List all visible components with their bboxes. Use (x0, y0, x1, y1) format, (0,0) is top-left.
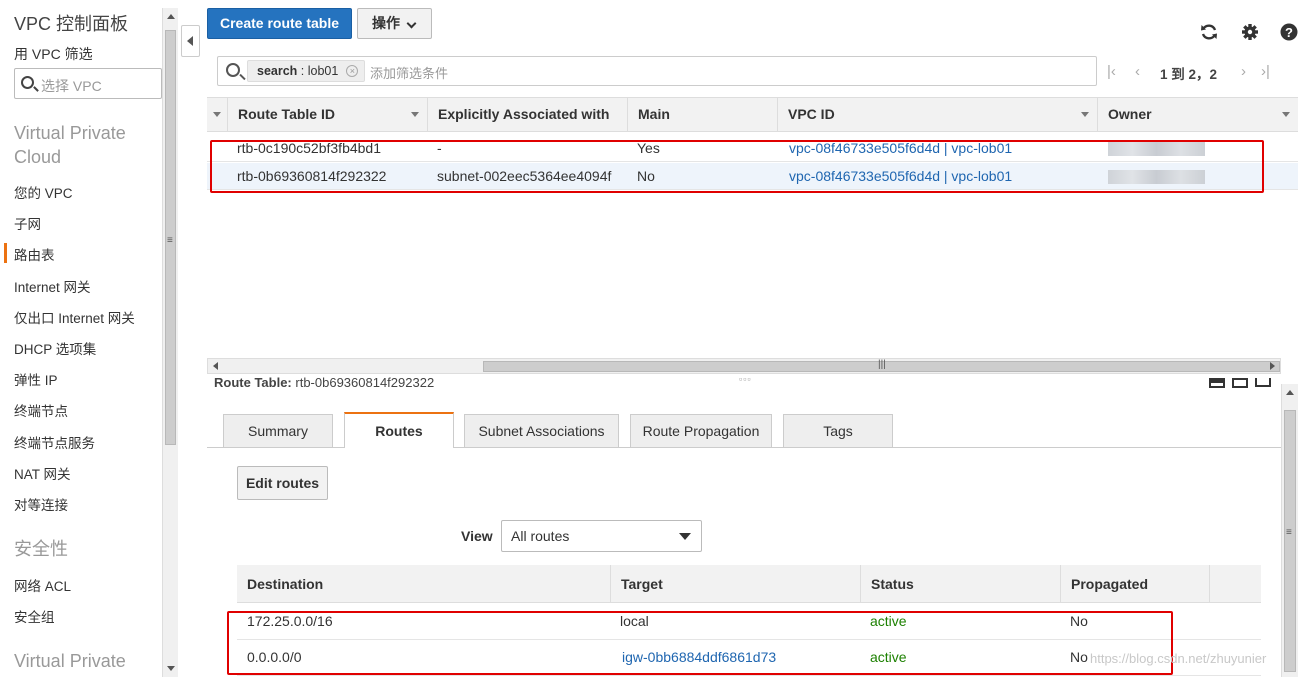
column-destination: Destination (247, 576, 324, 592)
pagination: |‹ ‹ 1 到 2，2 › ›| (1107, 60, 1277, 84)
sidebar-item-elastic-ips[interactable]: 弹性 IP (14, 369, 58, 389)
section-vpn: Virtual Private (14, 651, 126, 671)
sidebar: VPC 控制面板 用 VPC 筛选 选择 VPC Virtual Private… (0, 0, 178, 677)
first-page-icon[interactable]: |‹ (1107, 63, 1116, 80)
help-icon[interactable]: ? (1279, 22, 1299, 42)
scroll-thumb[interactable] (1284, 410, 1296, 672)
view-label: View (461, 528, 493, 544)
tab-route-propagation[interactable]: Route Propagation (630, 414, 772, 447)
column-propagated: Propagated (1060, 565, 1210, 603)
section-vpc: Virtual Private Cloud (14, 123, 126, 167)
chevron-down-icon (411, 112, 419, 117)
sidebar-item-network-acls[interactable]: 网络 ACL (14, 575, 71, 595)
chevron-down-icon (213, 112, 221, 117)
chevron-down-icon (679, 533, 691, 540)
grip-icon: ≡ (167, 235, 173, 246)
edit-routes-button[interactable]: Edit routes (237, 466, 328, 500)
svg-text:?: ? (1285, 25, 1293, 40)
active-indicator (4, 243, 7, 263)
section-security: 安全性 (14, 539, 68, 559)
sidebar-item-endpoint-services[interactable]: 终端节点服务 (14, 432, 95, 452)
detail-tabs: Summary Routes Subnet Associations Route… (207, 412, 1281, 448)
column-owner[interactable]: Owner (1097, 98, 1298, 131)
column-status: Status (860, 565, 1060, 603)
highlight-rows-box (210, 140, 1264, 193)
filter-chip[interactable]: search : lob01 × (247, 60, 366, 82)
column-route-table-id[interactable]: Route Table ID (227, 98, 427, 131)
tab-tags[interactable]: Tags (783, 414, 893, 447)
scroll-down-icon[interactable] (167, 666, 175, 671)
search-icon (21, 76, 34, 89)
detail-title: Route Table: rtb-0b69360814f292322 (214, 376, 435, 387)
filter-bar[interactable]: search : lob01 × 添加筛选条件 (217, 56, 1097, 86)
vpc-filter-select[interactable]: 选择 VPC (14, 68, 162, 99)
vpc-filter-placeholder: 选择 VPC (41, 78, 102, 94)
sidebar-item-subnets[interactable]: 子网 (14, 213, 41, 233)
sidebar-scrollbar[interactable]: ≡ (162, 8, 178, 677)
view-select[interactable]: All routes (501, 520, 702, 552)
close-icon[interactable]: × (346, 65, 359, 77)
collapse-sidebar-button[interactable] (181, 25, 200, 57)
scroll-up-icon[interactable] (167, 14, 175, 19)
column-vpc-id[interactable]: VPC ID (777, 98, 1097, 131)
actions-label: 操作 (372, 15, 400, 31)
detail-vertical-scrollbar[interactable]: ≡ (1281, 384, 1298, 677)
chevron-down-icon (1282, 112, 1290, 117)
sidebar-item-internet-gateways[interactable]: Internet 网关 (14, 276, 91, 296)
sidebar-item-endpoints[interactable]: 终端节点 (14, 400, 68, 420)
table-horizontal-scrollbar[interactable]: ||| (207, 358, 1281, 374)
last-page-icon[interactable]: ›| (1261, 63, 1270, 80)
grip-icon: ≡ (1286, 527, 1292, 538)
sidebar-item-route-tables[interactable]: 路由表 (14, 244, 55, 264)
chevron-down-icon (1081, 112, 1089, 117)
minimize-pane-icon[interactable] (1255, 378, 1271, 387)
drag-handle-icon[interactable]: ▫▫▫ (739, 374, 752, 384)
sidebar-item-your-vpcs[interactable]: 您的 VPC (14, 182, 73, 202)
column-target: Target (610, 565, 860, 603)
column-main[interactable]: Main (627, 98, 777, 131)
chevron-down-icon (406, 18, 417, 29)
routes-table-header: Destination Target Status Propagated (237, 565, 1261, 603)
watermark: https://blog.csdn.net/zhuyunier (1090, 651, 1267, 666)
refresh-icon[interactable] (1199, 22, 1219, 42)
split-pane-icon[interactable] (1232, 378, 1248, 388)
tab-summary[interactable]: Summary (223, 414, 333, 447)
gear-icon[interactable] (1240, 22, 1260, 42)
column-explicitly-associated[interactable]: Explicitly Associated with (427, 98, 627, 131)
create-route-table-button[interactable]: Create route table (207, 8, 352, 39)
sidebar-item-egress-only-gateways[interactable]: 仅出口 Internet 网关 (14, 307, 135, 327)
actions-dropdown[interactable]: 操作 (357, 8, 432, 39)
table-header: Route Table ID Explicitly Associated wit… (207, 97, 1298, 132)
maximize-pane-icon[interactable] (1209, 378, 1225, 388)
scroll-left-icon[interactable] (213, 362, 218, 370)
sidebar-item-peering[interactable]: 对等连接 (14, 494, 68, 514)
prev-page-icon[interactable]: ‹ (1135, 63, 1140, 80)
pagination-text: 1 到 2，2 (1160, 67, 1218, 82)
sidebar-item-security-groups[interactable]: 安全组 (14, 606, 55, 626)
chip-value: : lob01 (297, 64, 339, 78)
scroll-right-icon[interactable] (1270, 362, 1275, 370)
highlight-routes-box (227, 611, 1173, 675)
chip-key: search (257, 64, 298, 78)
tab-routes[interactable]: Routes (344, 412, 454, 448)
filter-placeholder: 添加筛选条件 (370, 66, 449, 81)
vpc-filter-label: 用 VPC 筛选 (14, 46, 93, 62)
select-column[interactable] (207, 98, 227, 131)
sidebar-title: VPC 控制面板 (14, 14, 129, 34)
scroll-up-icon[interactable] (1286, 390, 1294, 395)
grip-icon: ||| (878, 359, 886, 370)
next-page-icon[interactable]: › (1241, 63, 1246, 80)
sidebar-item-dhcp-options[interactable]: DHCP 选项集 (14, 338, 96, 358)
view-select-value: All routes (511, 528, 570, 544)
tab-subnet-associations[interactable]: Subnet Associations (464, 414, 619, 447)
search-icon (226, 63, 240, 77)
sidebar-item-nat-gateways[interactable]: NAT 网关 (14, 463, 71, 483)
